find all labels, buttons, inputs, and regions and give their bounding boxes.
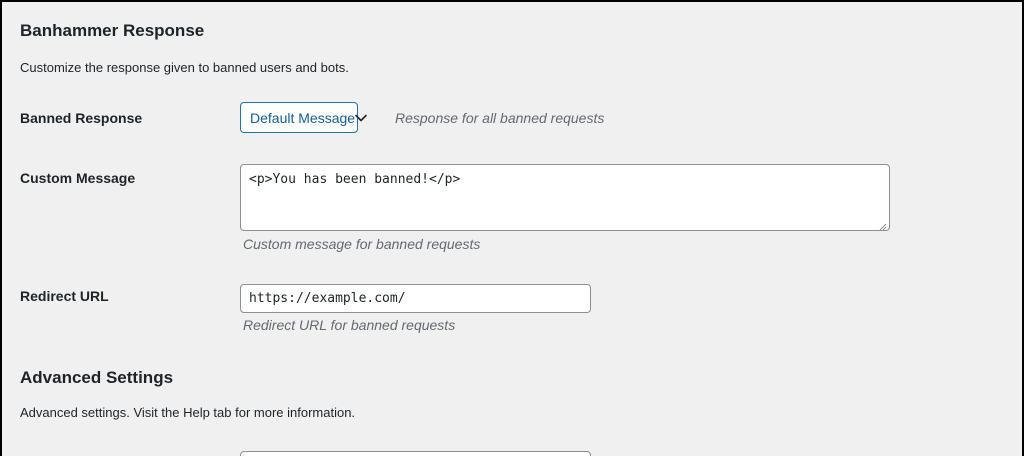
settings-page: Banhammer Response Customize the respons… <box>2 2 1022 456</box>
section-description-advanced: Advanced settings. Visit the Help tab fo… <box>20 405 356 420</box>
chevron-down-icon <box>355 103 367 132</box>
redirect-url-hint: Redirect URL for banned requests <box>243 317 456 333</box>
redirect-url-label: Redirect URL <box>20 288 109 304</box>
banned-response-selected-value: Default Message <box>250 109 356 126</box>
redirect-url-input[interactable]: https://example.com/ <box>240 284 591 313</box>
section-title-response: Banhammer Response <box>20 21 205 40</box>
section-title-advanced: Advanced Settings <box>20 368 174 387</box>
redirect-url-value: https://example.com/ <box>249 291 406 306</box>
custom-message-hint: Custom message for banned requests <box>243 236 481 252</box>
banned-response-label: Banned Response <box>20 110 143 126</box>
resize-grip-icon[interactable] <box>879 220 887 230</box>
custom-message-value: <p>You has been banned!</p> <box>249 172 461 187</box>
advanced-setting-input[interactable] <box>240 451 591 456</box>
custom-message-label: Custom Message <box>20 170 136 186</box>
banned-response-select[interactable]: Default Message <box>240 102 367 133</box>
custom-message-textarea[interactable]: <p>You has been banned!</p> <box>240 164 890 231</box>
banned-response-hint: Response for all banned requests <box>395 110 605 126</box>
section-description-response: Customize the response given to banned u… <box>20 60 349 75</box>
